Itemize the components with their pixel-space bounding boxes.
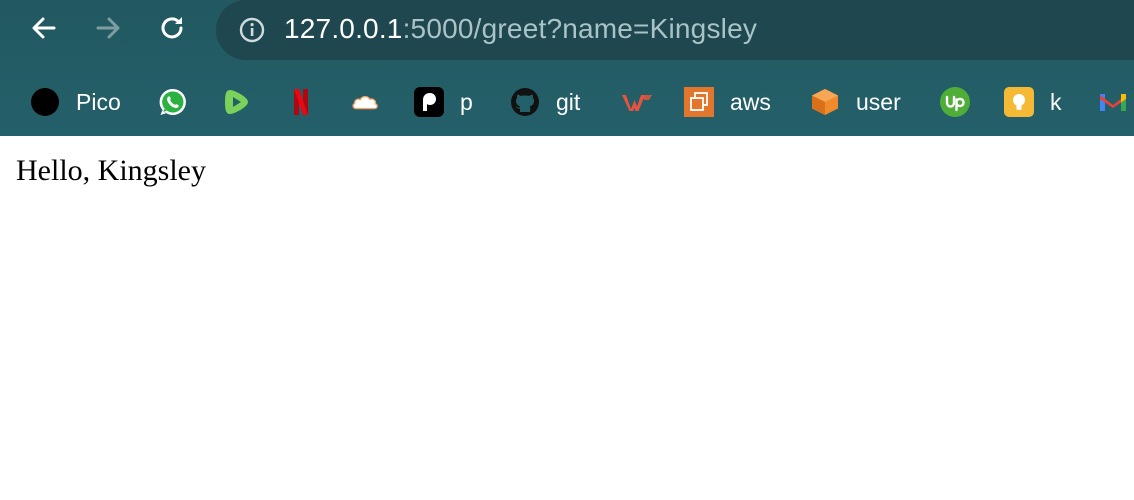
bookmark-p[interactable]: p (414, 78, 473, 126)
w-logo-icon (620, 87, 654, 117)
bulb-icon (1004, 87, 1034, 117)
bookmark-netflix[interactable] (286, 78, 316, 126)
forward-button[interactable] (88, 8, 128, 48)
greeting-text: Hello, Kingsley (16, 154, 206, 187)
github-icon (510, 87, 540, 117)
netflix-icon (286, 87, 316, 117)
browser-chrome: 127.0.0.1:5000/greet?name=Kingsley Pico (0, 0, 1134, 136)
bookmark-label: aws (730, 88, 771, 115)
bookmark-git[interactable]: git (510, 78, 580, 126)
bookmark-gmail[interactable] (1098, 78, 1128, 126)
reload-button[interactable] (152, 8, 192, 48)
url-host: 127.0.0.1 (284, 13, 403, 44)
url-path: :5000/greet?name=Kingsley (402, 13, 758, 44)
bookmark-k[interactable]: k (1004, 78, 1062, 126)
upwork-icon (940, 87, 970, 117)
browser-toolbar: 127.0.0.1:5000/greet?name=Kingsley (0, 0, 1134, 62)
address-bar[interactable]: 127.0.0.1:5000/greet?name=Kingsley (216, 0, 1134, 60)
page-content: Hello, Kingsley (0, 136, 1134, 188)
bookmark-label: git (556, 88, 581, 115)
reload-icon (161, 17, 183, 39)
bookmark-rumble[interactable] (222, 78, 252, 126)
aws-ec2-icon (684, 87, 714, 117)
arrow-left-icon (32, 17, 56, 39)
arrow-right-icon (96, 17, 120, 39)
orange-cube-icon (810, 87, 840, 117)
url-text[interactable]: 127.0.0.1:5000/greet?name=Kingsley (284, 12, 757, 46)
back-button[interactable] (24, 8, 64, 48)
bookmark-label: Pico (76, 88, 121, 115)
bookmark-whatsapp[interactable] (158, 78, 188, 126)
bookmark-pico[interactable]: Pico (30, 78, 121, 126)
patreon-icon (414, 87, 444, 117)
bookmark-upwork[interactable] (940, 78, 970, 126)
bookmark-label: user (856, 88, 901, 115)
bookmark-label: k (1050, 88, 1062, 115)
whatsapp-icon (158, 87, 188, 117)
gmail-icon (1098, 87, 1128, 117)
bookmark-w[interactable] (620, 78, 654, 126)
bookmark-cloud[interactable] (350, 78, 380, 126)
bookmarks-bar: Pico p git aws user k (0, 78, 1134, 126)
black-circle-icon (30, 87, 60, 117)
info-icon[interactable] (238, 16, 266, 44)
bookmark-user[interactable]: user (810, 78, 901, 126)
bookmark-aws[interactable]: aws (684, 78, 771, 126)
bookmark-label: p (460, 88, 473, 115)
rumble-play-icon (222, 87, 252, 117)
cloud-icon (350, 87, 380, 117)
